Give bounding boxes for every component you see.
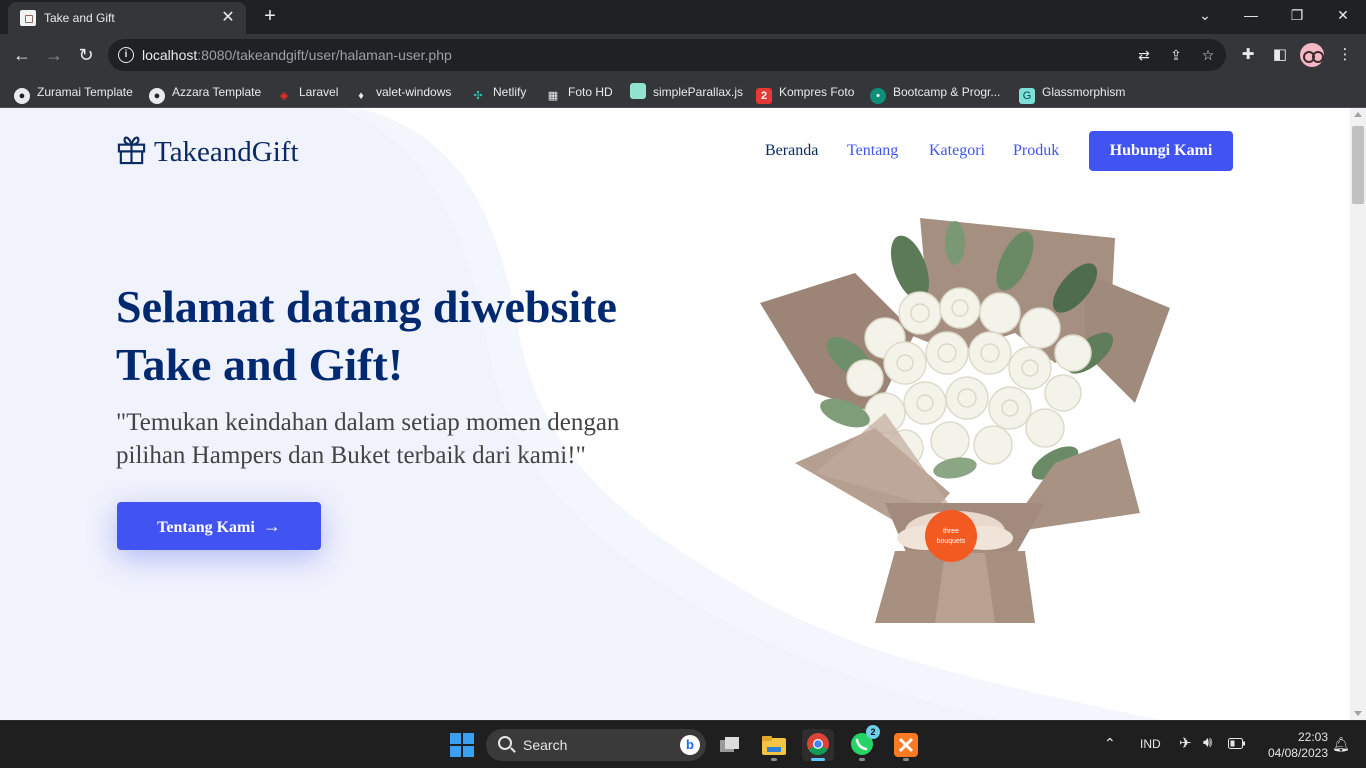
bookmark-item[interactable]: • Bootcamp & Progr... <box>870 83 1000 104</box>
scroll-up-icon[interactable] <box>1354 112 1362 117</box>
hero-title-line: Selamat datang diwebsite <box>116 281 617 332</box>
hero-subtitle: "Temukan keindahan dalam setiap momen de… <box>116 406 676 472</box>
tentang-kami-button[interactable]: Tentang Kami → <box>117 502 321 550</box>
tentang-kami-label: Tentang Kami <box>157 519 255 536</box>
notification-bell-icon[interactable]: 🔔︎ <box>1332 736 1350 753</box>
brand-logo[interactable]: TakeandGift <box>116 134 299 173</box>
site-favicon-icon <box>20 10 36 26</box>
nav-produk[interactable]: Produk <box>1013 142 1059 160</box>
reload-icon[interactable]: ↻ <box>74 43 98 67</box>
tray-chevron-up-icon[interactable]: ⌃ <box>1104 735 1116 752</box>
language-indicator[interactable]: IND <box>1140 737 1161 751</box>
running-indicator <box>811 758 825 761</box>
search-label: Search <box>523 737 568 753</box>
back-arrow-icon[interactable]: ← <box>10 43 34 67</box>
bookmark-item[interactable]: ◈ Laravel <box>276 83 339 102</box>
tag-text: three <box>943 528 959 535</box>
github-icon: ● <box>14 88 30 104</box>
airplane-mode-icon[interactable]: ✈ <box>1179 734 1192 752</box>
chrome-icon[interactable] <box>802 729 834 761</box>
bing-icon[interactable]: b <box>680 735 700 755</box>
hero-title-line: Take and Gift! <box>116 339 404 390</box>
gift-icon <box>116 134 147 173</box>
running-indicator <box>771 758 777 761</box>
bootcamp-icon: • <box>870 88 886 104</box>
bookmarks-bar: ● Zuramai Template ● Azzara Template ◈ Lara… <box>0 76 1366 108</box>
site-info-icon[interactable]: i <box>118 47 134 63</box>
hero-title: Selamat datang diwebsite Take and Gift! <box>116 278 676 394</box>
file-explorer-icon[interactable] <box>758 729 790 761</box>
bookmark-item[interactable]: G Glassmorphism <box>1019 83 1125 104</box>
hero-subtitle-line: "Temukan keindahan dalam setiap momen de… <box>116 409 620 436</box>
extensions-icon[interactable]: ✚ <box>1237 44 1259 66</box>
clock-time: 22:03 <box>1297 730 1328 744</box>
taskbar-search[interactable]: Search b <box>486 729 706 761</box>
nav-beranda[interactable]: Beranda <box>765 142 818 160</box>
translate-icon[interactable]: ⇄ <box>1134 45 1154 65</box>
kompres-icon: 2 <box>756 88 772 104</box>
profile-avatar[interactable] <box>1300 43 1324 67</box>
browser-tab[interactable]: Take and Gift ✕ <box>8 2 246 34</box>
windows-taskbar: Search b 2 ⌃ IND ✈ 🔊︎ 22:03 04/08/2023 🔔… <box>0 720 1366 768</box>
minimize-button[interactable]: — <box>1228 0 1274 30</box>
glass-icon: G <box>1019 88 1035 104</box>
scroll-down-icon[interactable] <box>1354 711 1362 716</box>
laravel-icon: ◈ <box>279 90 289 102</box>
valet-icon: ♦ <box>358 90 364 102</box>
tab-title: Take and Gift <box>44 11 115 25</box>
url-text[interactable]: localhost:8080/takeandgift/user/halaman-… <box>142 47 452 63</box>
xampp-icon[interactable] <box>890 729 922 761</box>
bookmark-star-icon[interactable]: ☆ <box>1198 45 1218 65</box>
whatsapp-icon[interactable]: 2 <box>846 725 880 761</box>
bookmark-item[interactable]: ▦ Foto HD <box>545 83 613 102</box>
tab-close-icon[interactable]: ✕ <box>218 8 238 28</box>
bookmark-item[interactable]: ● Azzara Template <box>149 83 261 104</box>
page-viewport: TakeandGift Beranda Tentang Kategori Pro… <box>0 108 1350 720</box>
running-indicator <box>903 758 909 761</box>
share-icon[interactable]: ⇪ <box>1166 45 1186 65</box>
new-tab-button[interactable]: + <box>258 4 282 28</box>
parallax-icon <box>630 83 646 99</box>
window-close-button[interactable]: ✕ <box>1320 0 1366 30</box>
browser-toolbar: ← → ↻ i localhost:8080/takeandgift/user/… <box>0 34 1366 76</box>
brand-name: TakeandGift <box>154 136 299 168</box>
foto-icon: ▦ <box>547 90 559 102</box>
page-scrollbar[interactable] <box>1350 108 1366 720</box>
nav-kategori[interactable]: Kategori <box>929 142 985 160</box>
bookmark-item[interactable]: ♦ valet-windows <box>353 83 451 102</box>
whatsapp-badge: 2 <box>866 725 880 739</box>
task-view-icon[interactable] <box>714 729 746 761</box>
windows-start-icon[interactable] <box>450 733 474 757</box>
bookmark-item[interactable]: ✣ Netlify <box>470 83 526 102</box>
side-panel-icon[interactable]: ◧ <box>1269 44 1291 66</box>
netlify-icon: ✣ <box>473 90 483 102</box>
github-icon: ● <box>149 88 165 104</box>
restore-button[interactable]: ❐ <box>1274 0 1320 30</box>
arrow-right-icon: → <box>262 516 281 536</box>
battery-icon[interactable] <box>1228 738 1246 752</box>
clock-date: 04/08/2023 <box>1267 746 1328 760</box>
hero-subtitle-line: pilihan Hampers dan Buket terbaik dari k… <box>116 442 586 469</box>
bookmark-item[interactable]: 2 Kompres Foto <box>756 83 854 104</box>
tab-search-dropdown-icon[interactable]: ⌄ <box>1182 0 1228 30</box>
taskbar-clock[interactable]: 22:03 04/08/2023 <box>1258 729 1328 761</box>
volume-icon[interactable]: 🔊︎ <box>1203 734 1212 751</box>
tab-bar: Take and Gift ✕ + ⌄ — ❐ ✕ <box>0 0 1366 34</box>
tag-text: bouquets <box>937 538 966 545</box>
nav-tentang[interactable]: Tentang <box>847 142 898 160</box>
forward-arrow-icon[interactable]: → <box>42 43 66 67</box>
search-icon <box>498 736 512 750</box>
flower-bouquet-image: three bouquets <box>760 218 1170 623</box>
running-indicator <box>859 758 865 761</box>
bookmark-item[interactable]: simpleParallax.js <box>630 83 743 101</box>
browser-menu-icon[interactable]: ⋮ <box>1334 44 1356 66</box>
address-bar[interactable]: i localhost:8080/takeandgift/user/halama… <box>108 39 1226 71</box>
bookmark-item[interactable]: ● Zuramai Template <box>14 83 133 104</box>
hubungi-kami-button[interactable]: Hubungi Kami <box>1089 131 1233 171</box>
scrollbar-thumb[interactable] <box>1352 126 1364 204</box>
